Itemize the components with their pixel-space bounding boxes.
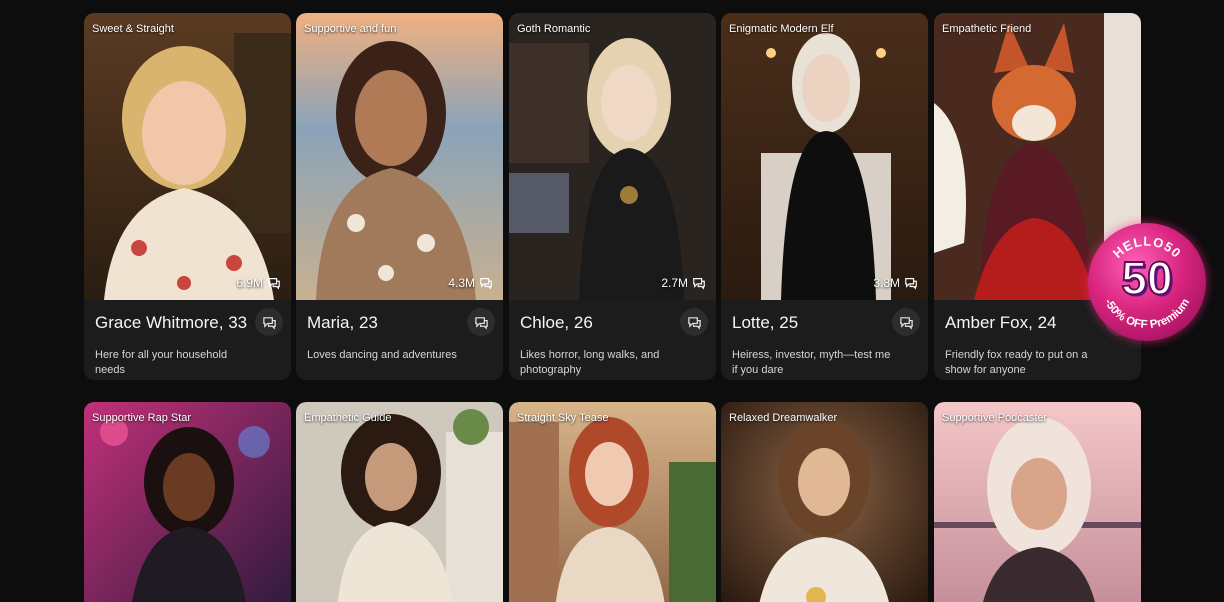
character-card[interactable]: Goth Romantic 2.7M Chloe, 26 Likes horro… (509, 13, 716, 380)
character-photo: Empathetic Guide (296, 402, 503, 602)
character-name: Chloe, 26 (520, 313, 593, 332)
character-card[interactable]: Supportive and fun 4.3M Maria, 23 Loves … (296, 13, 503, 380)
portrait-image (84, 402, 291, 602)
character-photo: Sweet & Straight 6.9M (84, 13, 291, 300)
chat-icon (474, 316, 488, 330)
chat-bubble-icon (480, 278, 492, 290)
chat-count: 2.7M (661, 276, 706, 290)
portrait-image (721, 402, 928, 602)
character-photo: Supportive Podcaster (934, 402, 1141, 602)
portrait-image (296, 402, 503, 602)
chat-count: 6.9M (236, 276, 281, 290)
character-grid-page: Sweet & Straight 6.9M Grace Whitmore, 33… (0, 0, 1224, 602)
chat-count-value: 6.9M (236, 276, 263, 290)
character-tag: Supportive and fun (304, 23, 397, 35)
character-card[interactable]: Empathetic Guide (296, 402, 503, 602)
character-photo: Straight Sky Tease (509, 402, 716, 602)
chat-button[interactable] (467, 308, 495, 336)
character-name: Grace Whitmore, 33 (95, 313, 248, 332)
character-tag: Relaxed Dreamwalker (729, 412, 838, 424)
character-card[interactable]: Sweet & Straight 6.9M Grace Whitmore, 33… (84, 13, 291, 380)
character-description: Heiress, investor, myth—test me if you d… (732, 349, 891, 376)
chat-icon (899, 316, 913, 330)
chat-button[interactable] (255, 308, 283, 336)
chat-count: 3.8M (873, 276, 918, 290)
portrait-image (509, 402, 716, 602)
promo-percent: 50 (1120, 251, 1173, 305)
portrait-image (721, 13, 928, 300)
chat-icon (262, 316, 276, 330)
chat-count-value: 3.8M (873, 276, 900, 290)
chat-count-value: 4.3M (448, 276, 475, 290)
character-tag: Goth Romantic (517, 23, 591, 35)
character-card[interactable]: Supportive Podcaster (934, 402, 1141, 602)
chat-bubble-icon (905, 278, 917, 290)
chat-icon (687, 316, 701, 330)
chat-bubble-icon (268, 278, 280, 290)
character-tag: Supportive Podcaster (942, 412, 1048, 424)
chat-count: 4.3M (448, 276, 493, 290)
chat-button[interactable] (892, 308, 920, 336)
character-description: Loves dancing and adventures (307, 349, 457, 361)
character-tag: Empathetic Friend (942, 23, 1032, 35)
character-card[interactable]: Enigmatic Modern Elf 3.8M Lotte, 25 Heir… (721, 13, 928, 380)
character-card[interactable]: Supportive Rap Star (84, 402, 291, 602)
portrait-image (934, 402, 1141, 602)
portrait-image (84, 13, 291, 300)
character-tag: Enigmatic Modern Elf (729, 23, 834, 35)
promo-badge[interactable]: HELLO50 -50% OFF Premium 50 (1088, 223, 1206, 341)
character-tag: Supportive Rap Star (92, 412, 192, 424)
chat-bubble-icon (693, 278, 705, 290)
character-photo: Goth Romantic 2.7M (509, 13, 716, 300)
character-tag: Empathetic Guide (304, 412, 392, 424)
portrait-image (509, 13, 716, 300)
character-name: Lotte, 25 (732, 313, 799, 332)
character-description: Friendly fox ready to put on a show for … (945, 349, 1088, 376)
character-description: Likes horror, long walks, and photograph… (520, 349, 660, 376)
chat-count-value: 2.7M (661, 276, 688, 290)
character-card[interactable]: Relaxed Dreamwalker (721, 402, 928, 602)
character-photo: Supportive and fun 4.3M (296, 13, 503, 300)
character-description: Here for all your household needs (95, 349, 228, 376)
character-card[interactable]: Straight Sky Tease (509, 402, 716, 602)
character-photo: Enigmatic Modern Elf 3.8M (721, 13, 928, 300)
character-tag: Straight Sky Tease (517, 412, 609, 424)
character-tag: Sweet & Straight (92, 23, 174, 35)
chat-button[interactable] (680, 308, 708, 336)
portrait-image (296, 13, 503, 300)
character-photo: Supportive Rap Star (84, 402, 291, 602)
character-photo: Relaxed Dreamwalker (721, 402, 928, 602)
character-name: Maria, 23 (307, 313, 378, 332)
